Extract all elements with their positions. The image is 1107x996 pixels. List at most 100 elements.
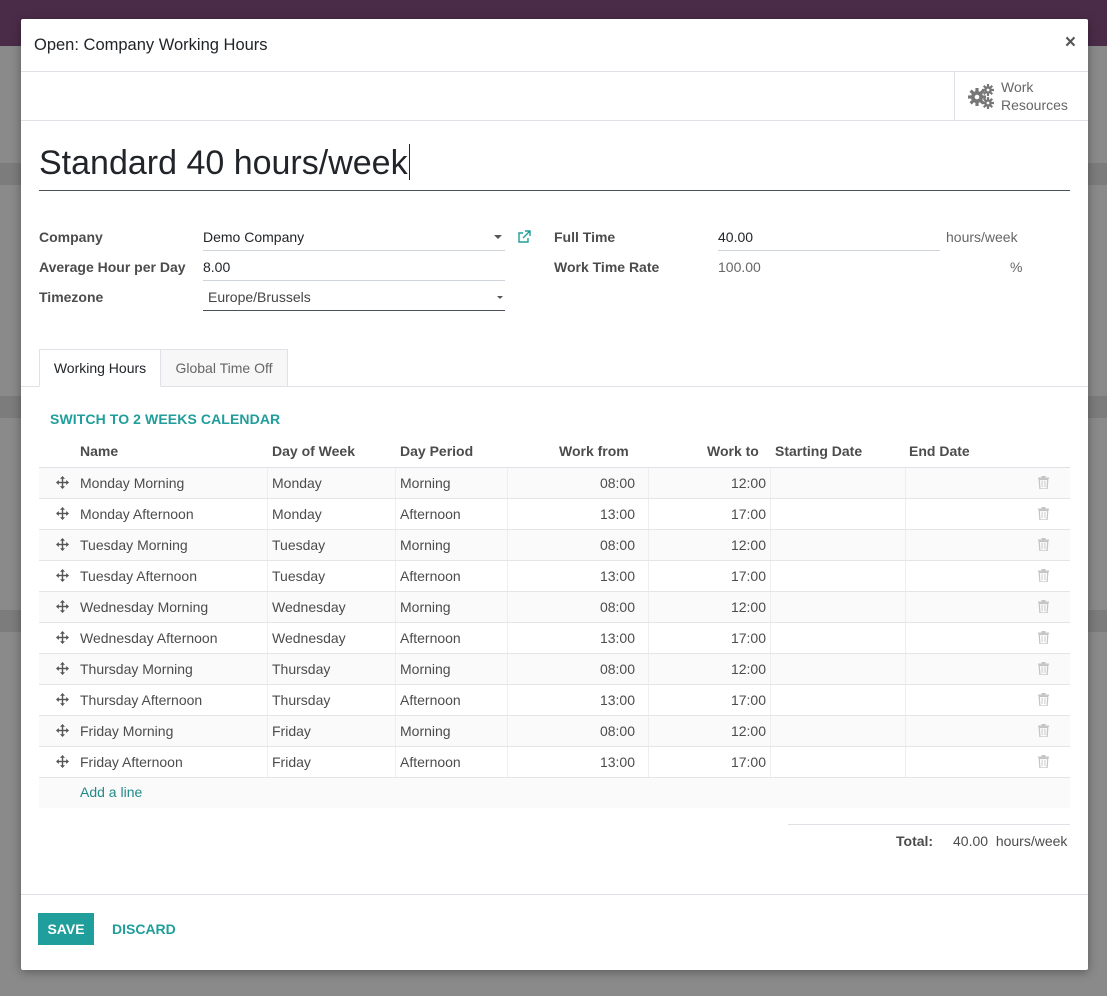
drag-handle-icon[interactable] xyxy=(56,631,69,644)
cell-day-of-week[interactable]: Monday xyxy=(272,506,322,522)
close-button[interactable]: × xyxy=(1065,32,1076,54)
full-time-field[interactable]: 40.00 xyxy=(718,228,940,251)
cell-work-to[interactable]: 17:00 xyxy=(731,754,766,770)
trash-icon[interactable] xyxy=(1038,538,1049,551)
cell-day-period[interactable]: Afternoon xyxy=(400,630,461,646)
drag-handle-icon[interactable] xyxy=(56,755,69,768)
add-line-link[interactable]: Add a line xyxy=(80,784,142,800)
cell-name[interactable]: Tuesday Morning xyxy=(80,537,188,553)
table-row[interactable]: Monday Morning Monday Morning 08:00 12:00 xyxy=(39,468,1070,499)
cell-name[interactable]: Thursday Afternoon xyxy=(80,692,202,708)
discard-button[interactable]: DISCARD xyxy=(112,921,176,937)
cell-name[interactable]: Wednesday Morning xyxy=(80,599,208,615)
cell-work-from[interactable]: 13:00 xyxy=(600,630,635,646)
trash-icon[interactable] xyxy=(1038,693,1049,706)
cell-day-period[interactable]: Morning xyxy=(400,661,451,677)
cell-day-of-week[interactable]: Thursday xyxy=(272,661,330,677)
cell-name[interactable]: Monday Afternoon xyxy=(80,506,194,522)
table-row[interactable]: Thursday Afternoon Thursday Afternoon 13:00… xyxy=(39,685,1070,716)
cell-work-to[interactable]: 12:00 xyxy=(731,599,766,615)
cell-work-to[interactable]: 12:00 xyxy=(731,475,766,491)
cell-day-period[interactable]: Morning xyxy=(400,537,451,553)
cell-day-of-week[interactable]: Wednesday xyxy=(272,599,346,615)
cell-day-period[interactable]: Afternoon xyxy=(400,692,461,708)
cell-day-period[interactable]: Afternoon xyxy=(400,754,461,770)
cell-work-to[interactable]: 17:00 xyxy=(731,692,766,708)
work-resources-button[interactable]: Work Resources xyxy=(954,72,1088,120)
external-link-icon[interactable] xyxy=(517,230,531,244)
tab-global-time-off[interactable]: Global Time Off xyxy=(160,349,288,386)
drag-handle-icon[interactable] xyxy=(56,693,69,706)
cell-day-of-week[interactable]: Tuesday xyxy=(272,568,325,584)
column-header-work-to[interactable]: Work to xyxy=(707,443,759,459)
trash-icon[interactable] xyxy=(1038,600,1049,613)
switch-calendar-button[interactable]: SWITCH TO 2 WEEKS CALENDAR xyxy=(50,411,280,427)
tab-working-hours[interactable]: Working Hours xyxy=(39,349,161,387)
cell-name[interactable]: Friday Afternoon xyxy=(80,754,183,770)
column-header-name[interactable]: Name xyxy=(80,443,118,459)
trash-icon[interactable] xyxy=(1038,507,1049,520)
cell-day-period[interactable]: Afternoon xyxy=(400,568,461,584)
drag-handle-icon[interactable] xyxy=(56,600,69,613)
column-header-day-of-week[interactable]: Day of Week xyxy=(272,443,355,459)
drag-handle-icon[interactable] xyxy=(56,724,69,737)
table-row[interactable]: Friday Afternoon Friday Afternoon 13:00 17:0… xyxy=(39,747,1070,778)
cell-day-period[interactable]: Morning xyxy=(400,475,451,491)
cell-day-of-week[interactable]: Tuesday xyxy=(272,537,325,553)
timezone-select[interactable]: Europe/Brussels xyxy=(203,288,505,311)
cell-work-to[interactable]: 17:00 xyxy=(731,506,766,522)
cell-work-from[interactable]: 13:00 xyxy=(600,506,635,522)
trash-icon[interactable] xyxy=(1038,569,1049,582)
table-row[interactable]: Tuesday Morning Tuesday Morning 08:00 12:00 xyxy=(39,530,1070,561)
cell-name[interactable]: Wednesday Afternoon xyxy=(80,630,218,646)
drag-handle-icon[interactable] xyxy=(56,662,69,675)
save-button[interactable]: SAVE xyxy=(38,913,94,945)
cell-work-from[interactable]: 08:00 xyxy=(600,475,635,491)
cell-name[interactable]: Thursday Morning xyxy=(80,661,193,677)
table-row[interactable]: Wednesday Afternoon Wednesday Afternoon 13:… xyxy=(39,623,1070,654)
cell-work-from[interactable]: 08:00 xyxy=(600,661,635,677)
cell-day-of-week[interactable]: Wednesday xyxy=(272,630,346,646)
cell-work-to[interactable]: 12:00 xyxy=(731,537,766,553)
company-field[interactable]: Demo Company xyxy=(203,228,505,251)
column-header-work-from[interactable]: Work from xyxy=(559,443,629,459)
cell-day-of-week[interactable]: Thursday xyxy=(272,692,330,708)
cell-work-to[interactable]: 12:00 xyxy=(731,661,766,677)
cell-work-from[interactable]: 08:00 xyxy=(600,599,635,615)
drag-handle-icon[interactable] xyxy=(56,507,69,520)
name-input[interactable]: Standard 40 hours/week xyxy=(39,144,1070,191)
trash-icon[interactable] xyxy=(1038,724,1049,737)
cell-work-from[interactable]: 13:00 xyxy=(600,754,635,770)
trash-icon[interactable] xyxy=(1038,476,1049,489)
cell-day-of-week[interactable]: Monday xyxy=(272,475,322,491)
table-row[interactable]: Friday Morning Friday Morning 08:00 12:00 xyxy=(39,716,1070,747)
cell-day-of-week[interactable]: Friday xyxy=(272,723,311,739)
column-header-starting-date[interactable]: Starting Date xyxy=(775,443,862,459)
table-row[interactable]: Tuesday Afternoon Tuesday Afternoon 13:00 17… xyxy=(39,561,1070,592)
cell-day-period[interactable]: Morning xyxy=(400,599,451,615)
table-row[interactable]: Thursday Morning Thursday Morning 08:00 12:0… xyxy=(39,654,1070,685)
table-row[interactable]: Monday Afternoon Monday Afternoon 13:00 17:0… xyxy=(39,499,1070,530)
cell-day-period[interactable]: Afternoon xyxy=(400,506,461,522)
cell-work-from[interactable]: 08:00 xyxy=(600,723,635,739)
cell-work-to[interactable]: 17:00 xyxy=(731,568,766,584)
cell-day-period[interactable]: Morning xyxy=(400,723,451,739)
cell-name[interactable]: Tuesday Afternoon xyxy=(80,568,197,584)
trash-icon[interactable] xyxy=(1038,662,1049,675)
table-row[interactable]: Wednesday Morning Wednesday Morning 08:00 12… xyxy=(39,592,1070,623)
cell-work-to[interactable]: 17:00 xyxy=(731,630,766,646)
cell-name[interactable]: Monday Morning xyxy=(80,475,184,491)
cell-name[interactable]: Friday Morning xyxy=(80,723,173,739)
average-hour-field[interactable]: 8.00 xyxy=(203,258,505,281)
cell-work-from[interactable]: 13:00 xyxy=(600,692,635,708)
cell-work-from[interactable]: 13:00 xyxy=(600,568,635,584)
trash-icon[interactable] xyxy=(1038,631,1049,644)
drag-handle-icon[interactable] xyxy=(56,538,69,551)
trash-icon[interactable] xyxy=(1038,755,1049,768)
cell-work-from[interactable]: 08:00 xyxy=(600,537,635,553)
drag-handle-icon[interactable] xyxy=(56,569,69,582)
cell-work-to[interactable]: 12:00 xyxy=(731,723,766,739)
column-header-day-period[interactable]: Day Period xyxy=(400,443,473,459)
column-header-end-date[interactable]: End Date xyxy=(909,443,970,459)
cell-day-of-week[interactable]: Friday xyxy=(272,754,311,770)
